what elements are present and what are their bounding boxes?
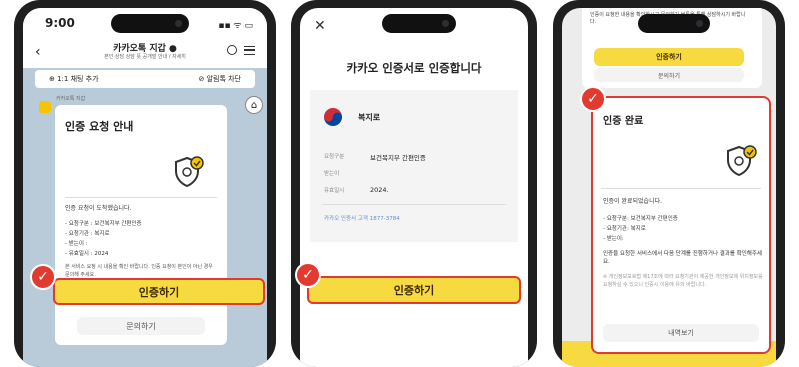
phone1-screen: 9:00 ▪▪ ᯤ ▭ ‹ 카카오톡 지갑 ● 본인·상담 상담 뜻 공개발 안… xyxy=(23,8,267,367)
shield-check-icon xyxy=(725,144,759,182)
status-time: 9:00 xyxy=(45,16,75,30)
top-inquiry-button[interactable]: 문의하기 xyxy=(594,68,744,82)
info-row-1-label: 요청구분 xyxy=(324,154,345,160)
divider xyxy=(322,204,506,205)
avatar xyxy=(39,101,51,113)
card-divider xyxy=(601,188,761,189)
completion-card: 인증 완료 인증이 완료되었습니다. - 요청구분: 보건복지부 간편인증 - … xyxy=(591,96,771,354)
check-icon: ✓ xyxy=(295,262,321,288)
search-icon[interactable] xyxy=(227,45,237,55)
card-note: ※ 개인정보보호법 제17조에 따라 요청기관이 제공한 개인정보에 위치정보를… xyxy=(603,274,763,288)
card-line-4: - 받는이 : xyxy=(65,241,88,247)
history-button[interactable]: 내역보기 xyxy=(603,324,759,342)
tab-block-alerts[interactable]: ⊘ 알림톡 차단 xyxy=(198,74,241,84)
info-row-1-value: 보건복지부 간편인증 xyxy=(370,154,426,162)
dynamic-island xyxy=(111,14,189,33)
channel-subtitle: 본인·상담 상담 뜻 공개발 안내 / 자세히 xyxy=(104,54,186,60)
card-line-5: - 유효일시 : 2024 xyxy=(65,251,109,257)
channel-tabs: ⊕ 1:1 채팅 추가 ⊘ 알림톡 차단 xyxy=(35,70,255,88)
info-row-3-value: 2024. xyxy=(370,186,389,194)
card-divider xyxy=(65,197,217,198)
info-row-2-label: 받는이 xyxy=(324,171,340,177)
card-line-1: 인증이 완료되었습니다. xyxy=(603,198,663,205)
verify-button[interactable]: 인증하기 xyxy=(53,278,265,305)
help-text[interactable]: 카카오 인증서 고객 1877-3784 xyxy=(324,214,400,222)
card-title: 인증 요청 안내 xyxy=(65,120,134,133)
card-line-2: - 요청구분: 보건복지부 간편인증 xyxy=(603,216,678,222)
phone-frame-3: 인증이 요청한 내용을 확인하시고 문의하기 버튼을 통해 상담하시기 바랍니다… xyxy=(553,0,785,367)
phone-frame-2: ✕ 카카오 인증서로 인증합니다 복지로 요청구분 보건복지부 간편인증 받는이… xyxy=(291,0,537,367)
home-icon[interactable]: ⌂ xyxy=(245,96,263,114)
shield-icon xyxy=(173,155,205,193)
check-icon: ✓ xyxy=(30,264,56,290)
sender-name: 카카오톡 지갑 xyxy=(56,96,86,102)
dynamic-island xyxy=(638,14,710,33)
menu-icon[interactable] xyxy=(244,46,255,55)
card-note: 본 서비스 요청 시 내용을 확인 바랍니다. 인증 요청이 본인이 아닌 경우… xyxy=(65,264,213,278)
card-title: 인증 완료 xyxy=(603,116,644,127)
phone2-screen: ✕ 카카오 인증서로 인증합니다 복지로 요청구분 보건복지부 간편인증 받는이… xyxy=(300,8,528,367)
tab-add-chat[interactable]: ⊕ 1:1 채팅 추가 xyxy=(49,74,99,84)
status-icons: ▪▪ ᯤ ▭ xyxy=(218,21,253,31)
card-line-2: - 요청구분 : 보건복지부 간편인증 xyxy=(65,221,142,227)
verify-button[interactable]: 인증하기 xyxy=(307,276,521,304)
card-line-3: - 요청기관 : 복지로 xyxy=(65,231,110,237)
page-title: 카카오 인증서로 인증합니다 xyxy=(346,61,482,75)
dynamic-island xyxy=(382,14,456,33)
inquiry-button[interactable]: 문의하기 xyxy=(77,317,205,335)
message-card: 인증 요청 안내 인증 요청이 도착했습니다. - 요청구분 : 보건복지부 간… xyxy=(55,105,227,345)
request-info-panel: 복지로 요청구분 보건복지부 간편인증 받는이 유효일시 2024. 카카오 인… xyxy=(310,90,518,242)
chat-header: ‹ 카카오톡 지갑 ● 본인·상담 상담 뜻 공개발 안내 / 자세히 xyxy=(23,38,267,68)
close-icon[interactable]: ✕ xyxy=(314,18,326,34)
card-line-1: 인증 요청이 도착했습니다. xyxy=(65,205,132,212)
card-line-5: 인증을 요청한 서비스에서 다음 단계를 진행하거나 결과를 확인해주세요. xyxy=(603,251,762,265)
check-icon: ✓ xyxy=(580,86,606,112)
card-line-4: - 받는이: xyxy=(603,236,624,242)
top-verify-button[interactable]: 인증하기 xyxy=(594,48,744,66)
info-row-3-label: 유효일시 xyxy=(324,188,345,194)
phone-frame-1: 9:00 ▪▪ ᯤ ▭ ‹ 카카오톡 지갑 ● 본인·상담 상담 뜻 공개발 안… xyxy=(14,0,276,367)
card-line-3: - 요청기관: 복지로 xyxy=(603,226,646,232)
org-name: 복지로 xyxy=(358,113,381,122)
government-logo-icon xyxy=(322,106,344,128)
